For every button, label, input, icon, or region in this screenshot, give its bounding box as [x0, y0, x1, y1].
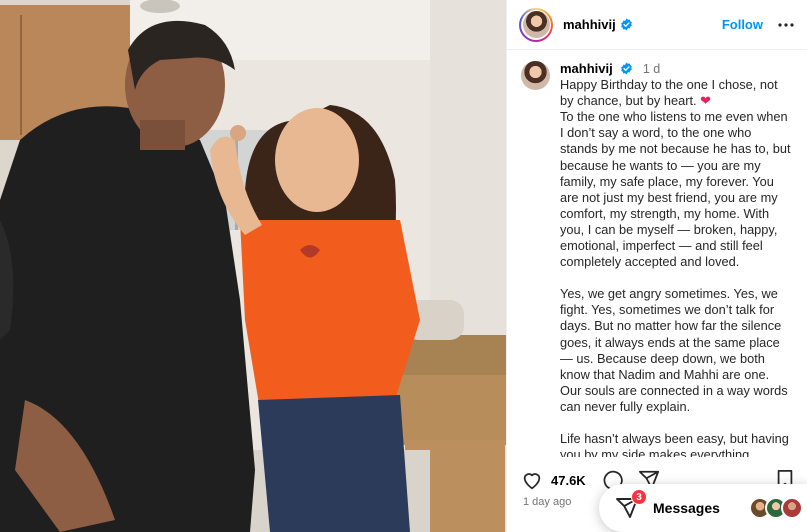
verified-icon	[620, 62, 633, 75]
avatar	[522, 11, 550, 38]
author-username[interactable]: mahhivij	[563, 17, 616, 32]
post-date[interactable]: 1 day ago	[523, 496, 571, 508]
more-icon[interactable]	[777, 16, 795, 34]
recent-contacts	[749, 497, 807, 519]
like-count[interactable]: 47.6K	[551, 473, 586, 488]
post-image	[0, 0, 506, 532]
caption-scroll-area[interactable]: mahhivij 1 d Happy Birthday to the one I…	[507, 51, 807, 457]
post-side-panel: mahhivij Follow mahhivij 1 d Happy Birth…	[506, 0, 807, 532]
post-header: mahhivij Follow	[507, 0, 807, 50]
caption-text-opening: Happy Birthday to the one I chose, not b…	[560, 77, 778, 109]
caption-time: 1 d	[642, 62, 661, 76]
caption-avatar[interactable]	[521, 61, 550, 90]
post-photo[interactable]	[0, 0, 506, 532]
caption-username[interactable]: mahhivij	[560, 61, 613, 76]
caption-paragraph-2: Yes, we get angry sometimes. Yes, we fig…	[560, 286, 788, 414]
heart-emoji: ❤	[700, 93, 711, 109]
author-avatar[interactable]	[519, 7, 553, 42]
avatar	[781, 497, 803, 519]
messages-icon: 3	[615, 489, 647, 520]
heart-icon[interactable]	[521, 469, 543, 491]
messages-button[interactable]: 3 Messages	[599, 484, 807, 532]
follow-button[interactable]: Follow	[722, 17, 763, 32]
caption-body: mahhivij 1 d Happy Birthday to the one I…	[560, 61, 791, 457]
caption-paragraph-1: mahhivij 1 d Happy Birthday to the one I…	[560, 61, 791, 270]
caption-paragraph-3: Life hasn’t always been easy, but having…	[560, 430, 789, 457]
caption: mahhivij 1 d Happy Birthday to the one I…	[521, 61, 791, 457]
caption-text-body: To the one who listens to me even when I…	[560, 109, 791, 270]
messages-badge: 3	[631, 489, 647, 505]
verified-icon	[620, 18, 633, 31]
messages-label: Messages	[653, 500, 720, 516]
